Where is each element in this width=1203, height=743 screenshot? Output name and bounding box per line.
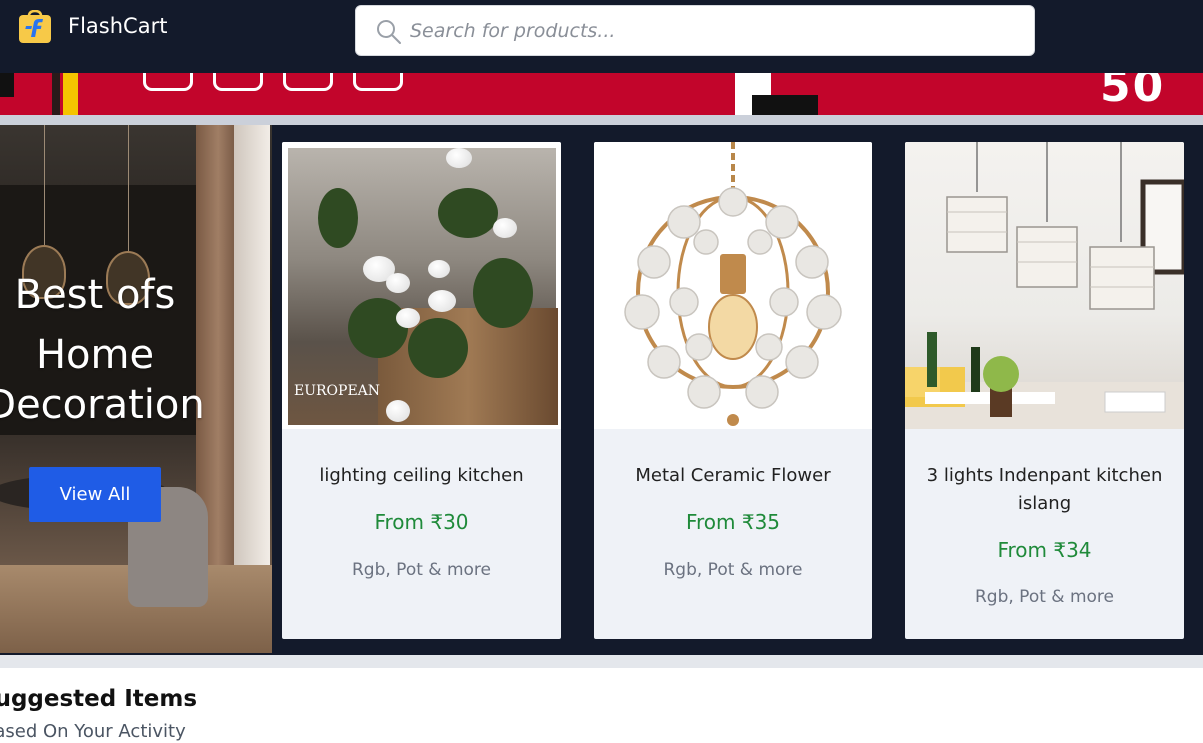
brand-name[interactable]: FlashCart bbox=[68, 14, 167, 38]
home-decoration-section: Best ofs Home Decoration View All EUROPE… bbox=[0, 125, 1203, 655]
view-all-button[interactable]: View All bbox=[29, 467, 161, 522]
youtube-icon[interactable] bbox=[353, 73, 403, 91]
section-divider bbox=[0, 115, 1203, 125]
banner-decoration bbox=[735, 73, 753, 115]
product-subtext: Rgb, Pot & more bbox=[351, 560, 491, 580]
product-card[interactable]: Metal Ceramic Flower From ₹35 Rgb, Pot &… bbox=[594, 142, 872, 639]
banner-decoration bbox=[0, 73, 14, 97]
product-card[interactable]: 3 lights Indenpant kitchen islang From ₹… bbox=[905, 142, 1184, 639]
product-name[interactable]: Metal Ceramic Flower bbox=[604, 462, 862, 490]
flashcart-logo-icon[interactable] bbox=[18, 9, 52, 44]
suggested-items-title: Suggested Items bbox=[0, 686, 198, 712]
banner-decoration bbox=[63, 73, 78, 115]
facebook-icon[interactable] bbox=[143, 73, 193, 91]
product-subtext: Rgb, Pot & more bbox=[974, 587, 1114, 607]
hero-background bbox=[128, 125, 129, 251]
top-header: FlashCart bbox=[0, 0, 1203, 73]
hero-background bbox=[44, 125, 45, 245]
product-photo: EUROPEAN bbox=[288, 148, 558, 425]
banner-decoration bbox=[752, 95, 818, 115]
product-name[interactable]: lighting ceiling kitchen bbox=[292, 462, 551, 490]
twitter-icon[interactable] bbox=[213, 73, 263, 91]
product-price: From ₹30 bbox=[374, 510, 469, 534]
product-card[interactable]: EUROPEAN lighting ceiling kitchen From ₹… bbox=[282, 142, 561, 639]
product-image-caption: EUROPEAN bbox=[294, 383, 381, 399]
product-price: From ₹34 bbox=[997, 538, 1092, 562]
pendant-lights-image bbox=[905, 142, 1184, 429]
section-divider bbox=[0, 655, 1203, 668]
search-input[interactable] bbox=[410, 16, 1010, 46]
product-image[interactable]: EUROPEAN bbox=[282, 142, 561, 429]
hero-panel: Best ofs Home Decoration View All bbox=[0, 125, 272, 653]
search-bar[interactable] bbox=[355, 5, 1035, 56]
suggested-items-subtitle: Based On Your Activity bbox=[0, 721, 186, 742]
hero-title: Best ofs Home Decoration bbox=[0, 272, 205, 428]
instagram-icon[interactable] bbox=[283, 73, 333, 91]
product-subtext: Rgb, Pot & more bbox=[663, 560, 803, 580]
search-icon bbox=[377, 20, 401, 44]
product-price: From ₹35 bbox=[685, 510, 781, 534]
promo-banner[interactable]: 50 bbox=[0, 73, 1203, 115]
banner-discount-number: 50 bbox=[1100, 73, 1166, 112]
product-image[interactable] bbox=[594, 142, 872, 429]
banner-decoration bbox=[52, 73, 60, 115]
chandelier-image bbox=[624, 142, 842, 426]
product-name[interactable]: 3 lights Indenpant kitchen islang bbox=[915, 462, 1174, 518]
product-image[interactable] bbox=[905, 142, 1184, 429]
